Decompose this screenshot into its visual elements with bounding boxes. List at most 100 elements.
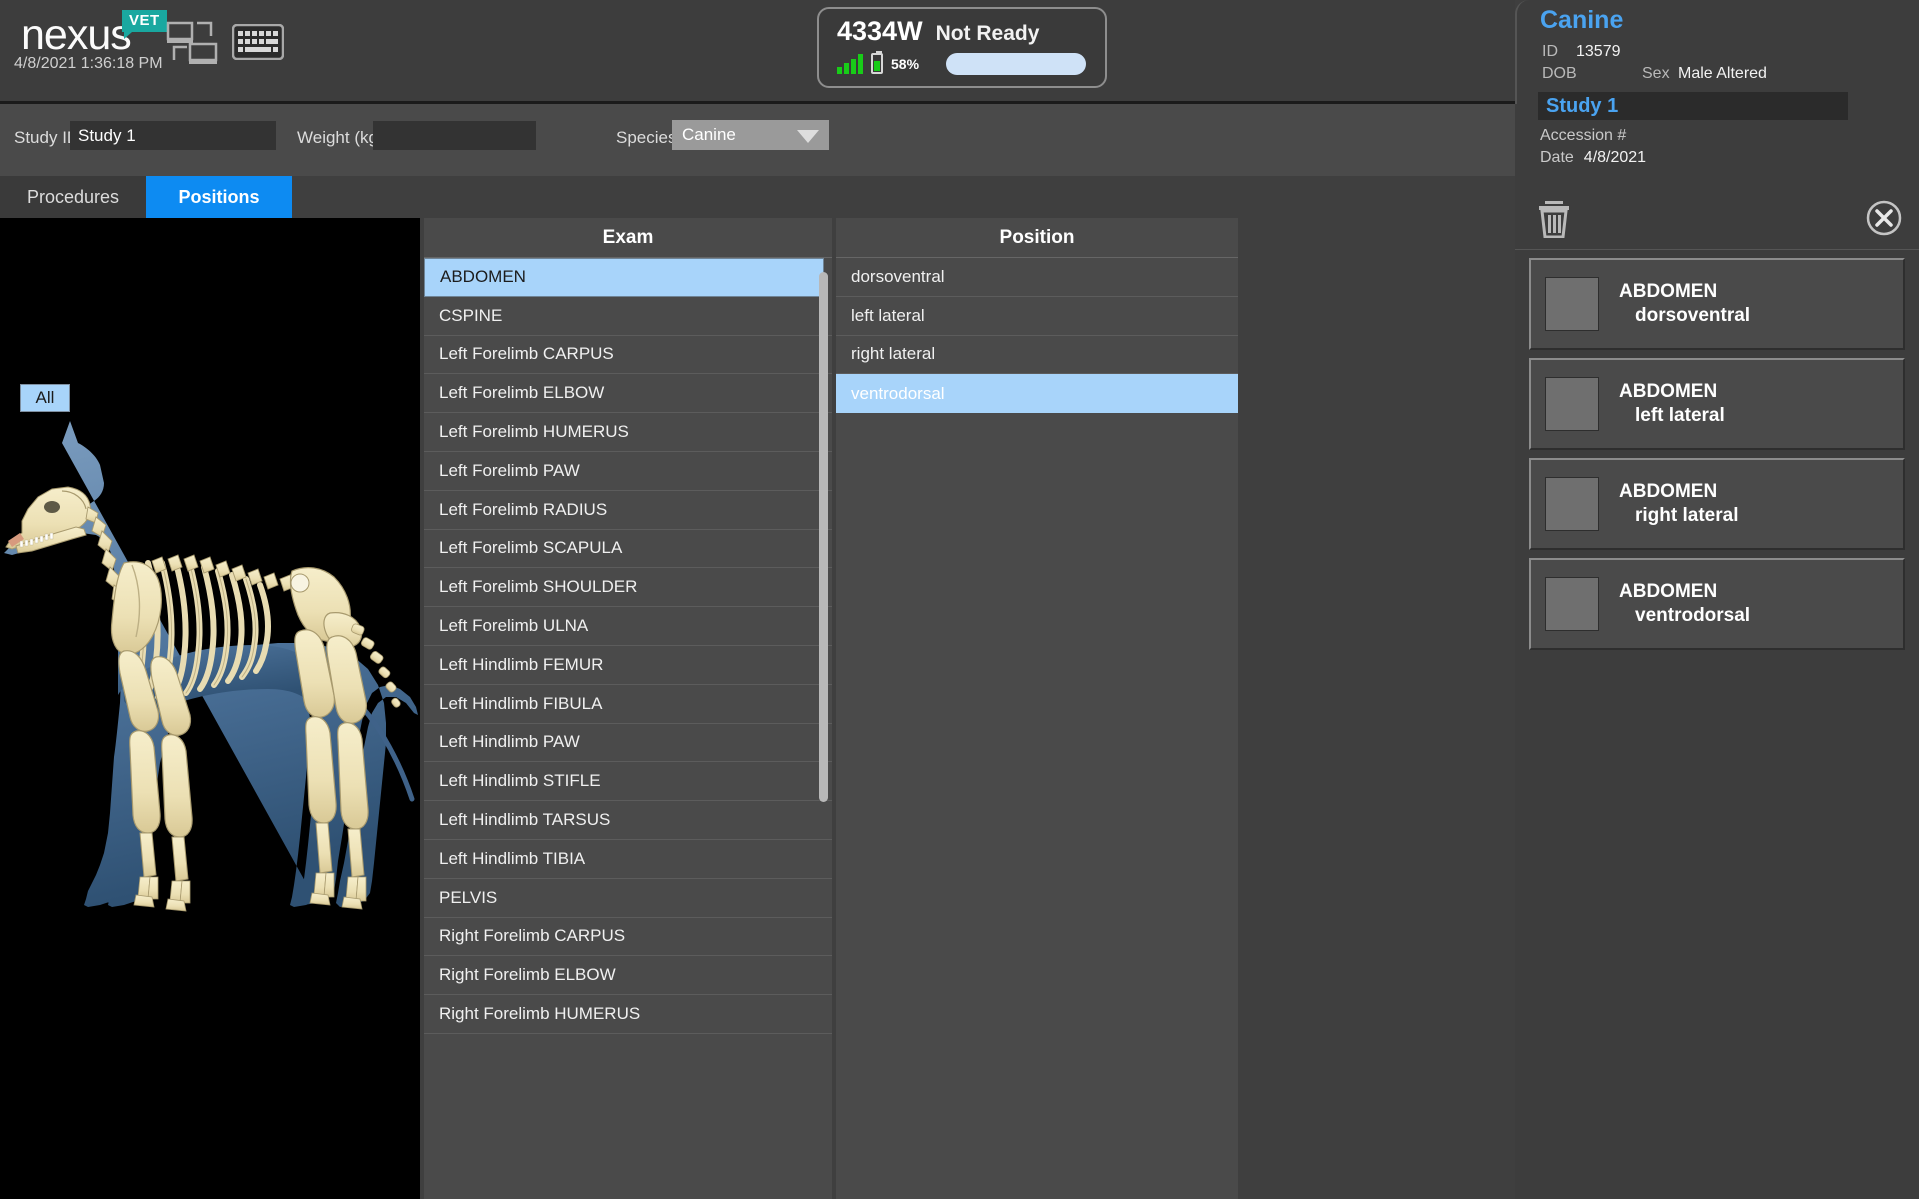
queue-item-labels: ABDOMEN ventrodorsal [1619, 580, 1750, 628]
queue-item-exam: ABDOMEN [1619, 281, 1718, 302]
all-regions-button[interactable]: All [20, 384, 70, 412]
exam-list-item[interactable]: Left Hindlimb FEMUR [424, 646, 832, 685]
exam-list-item[interactable]: Left Forelimb ELBOW [424, 374, 832, 414]
position-column: Position dorsoventral left lateral right l… [836, 218, 1238, 1199]
exam-list-item[interactable]: Left Forelimb HUMERUS [424, 413, 832, 452]
patient-dob-label: DOB [1542, 65, 1577, 82]
detector-status-panel[interactable]: 4334W Not Ready 58% [817, 7, 1107, 88]
battery-icon [871, 51, 883, 74]
patient-details: ID 13579 DOB Sex Male Altered [1542, 41, 1767, 85]
queue-item-position: dorsoventral [1635, 305, 1751, 326]
queue-item-exam: ABDOMEN [1619, 381, 1718, 402]
position-list[interactable]: dorsoventral left lateral right lateral ven… [836, 258, 1238, 1199]
patient-dob-value [1594, 63, 1642, 85]
patient-header: Canine ID 13579 DOB Sex Male Altered [1515, 0, 1919, 104]
exam-column: Exam ABDOMEN CSPINE Left Forelimb CARPUS Le… [424, 218, 832, 1199]
accession-label: Accession # [1540, 127, 1627, 144]
canine-skeleton-illustration[interactable] [0, 413, 420, 973]
signal-bars-icon [837, 53, 863, 74]
study-date-label: Date [1540, 149, 1574, 166]
queue-item-exam: ABDOMEN [1619, 481, 1718, 502]
species-label: Species [616, 128, 677, 147]
exam-column-header: Exam [424, 218, 832, 258]
study-id-input[interactable] [70, 121, 276, 150]
study-date-row: Date 4/8/2021 [1540, 149, 1646, 167]
anatomy-viewer[interactable]: All [0, 218, 420, 1199]
species-selected-value: Canine [682, 125, 736, 144]
patient-dob-sex-row: DOB Sex Male Altered [1542, 63, 1767, 85]
exam-list-item[interactable]: Left Hindlimb TARSUS [424, 801, 832, 840]
position-list-item[interactable]: right lateral [836, 336, 1238, 375]
patient-id-label: ID [1542, 43, 1558, 60]
queue-item-position: ventrodorsal [1635, 605, 1751, 626]
exam-list-item[interactable]: Left Forelimb RADIUS [424, 491, 832, 530]
queue-toolbar [1515, 188, 1919, 250]
battery-percent: 58% [891, 55, 920, 72]
species-dropdown[interactable]: Canine [672, 120, 829, 150]
queue-item[interactable]: ABDOMEN right lateral [1529, 458, 1905, 550]
exam-list-item[interactable]: Left Hindlimb FIBULA [424, 685, 832, 724]
vet-badge: VET [122, 10, 167, 39]
position-column-header: Position [836, 218, 1238, 258]
tab-bar: Procedures Positions [0, 176, 1515, 218]
study-date-value: 4/8/2021 [1583, 149, 1647, 166]
patient-name: Canine [1540, 6, 1624, 34]
queue-item-labels: ABDOMEN right lateral [1619, 480, 1738, 528]
exam-list-item[interactable]: Left Hindlimb TIBIA [424, 840, 832, 879]
patient-sex-label: Sex [1642, 65, 1670, 82]
chevron-down-icon [797, 130, 819, 143]
exam-list-item[interactable]: Left Forelimb SHOULDER [424, 568, 832, 608]
tab-procedures[interactable]: Procedures [0, 176, 146, 218]
exam-list-item[interactable]: Left Forelimb PAW [424, 452, 832, 491]
queue-item-thumbnail [1545, 277, 1599, 331]
close-circle-icon[interactable] [1865, 200, 1903, 238]
queue-item[interactable]: ABDOMEN dorsoventral [1529, 258, 1905, 350]
exam-list-item[interactable]: CSPINE [424, 297, 832, 336]
network-icon[interactable] [162, 16, 222, 68]
patient-sex-value: Male Altered [1678, 65, 1767, 82]
keyboard-icon[interactable] [230, 18, 286, 66]
detector-progress-bar [946, 53, 1086, 75]
application-window: nexus VET 4/8/2021 1:36:18 PM 4334W Not … [0, 0, 1919, 1199]
exam-list-item[interactable]: PELVIS [424, 879, 832, 918]
exam-list-item[interactable]: Left Forelimb SCAPULA [424, 530, 832, 569]
exam-scrollbar-track[interactable] [816, 258, 830, 1199]
queue-item-thumbnail [1545, 377, 1599, 431]
queue-item[interactable]: ABDOMEN ventrodorsal [1529, 558, 1905, 650]
exam-list-item[interactable]: Right Forelimb ELBOW [424, 956, 832, 996]
accession-row: Accession # [1540, 127, 1626, 145]
queue-item-list[interactable]: ABDOMEN dorsoventral ABDOMEN left lateral AB… [1515, 250, 1919, 650]
exam-list-item[interactable]: Right Forelimb CARPUS [424, 918, 832, 957]
exam-list-item[interactable]: Left Forelimb CARPUS [424, 336, 832, 375]
dog-skull-bones [5, 486, 91, 554]
exam-list-item[interactable]: ABDOMEN [424, 258, 824, 297]
exam-list-item[interactable]: Left Hindlimb PAW [424, 724, 832, 763]
queue-item[interactable]: ABDOMEN left lateral [1529, 358, 1905, 450]
position-list-item[interactable]: ventrodorsal [836, 374, 1238, 414]
detector-status-text: Not Ready [935, 22, 1040, 45]
study-card: Study 1 Accession # Date 4/8/2021 [1515, 92, 1919, 188]
detector-id: 4334W [837, 16, 923, 46]
queue-item-exam: ABDOMEN [1619, 581, 1718, 602]
detector-metrics: 58% [837, 51, 920, 74]
position-list-item[interactable]: left lateral [836, 297, 1238, 336]
current-datetime: 4/8/2021 1:36:18 PM [14, 55, 163, 72]
position-list-item[interactable]: dorsoventral [836, 258, 1238, 297]
trash-icon[interactable] [1536, 200, 1572, 239]
tab-positions[interactable]: Positions [146, 176, 292, 218]
weight-label: Weight (kg) [297, 128, 384, 147]
exam-list[interactable]: ABDOMEN CSPINE Left Forelimb CARPUS Left Fo… [424, 258, 832, 1199]
exam-list-item[interactable]: Right Forelimb HUMERUS [424, 995, 832, 1034]
app-logo: nexus VET [14, 10, 184, 57]
exam-list-item[interactable]: Left Hindlimb STIFLE [424, 762, 832, 802]
patient-id-value: 13579 [1576, 43, 1621, 60]
exam-list-item[interactable]: Left Forelimb ULNA [424, 607, 832, 646]
study-title[interactable]: Study 1 [1538, 92, 1848, 120]
queue-item-position: right lateral [1635, 505, 1739, 526]
detector-header: 4334W Not Ready [837, 16, 1039, 47]
queue-item-thumbnail [1545, 577, 1599, 631]
weight-input[interactable] [373, 121, 536, 150]
patient-id-row: ID 13579 [1542, 41, 1767, 63]
exam-scrollbar-thumb[interactable] [819, 272, 828, 802]
queue-item-position: left lateral [1635, 405, 1725, 426]
